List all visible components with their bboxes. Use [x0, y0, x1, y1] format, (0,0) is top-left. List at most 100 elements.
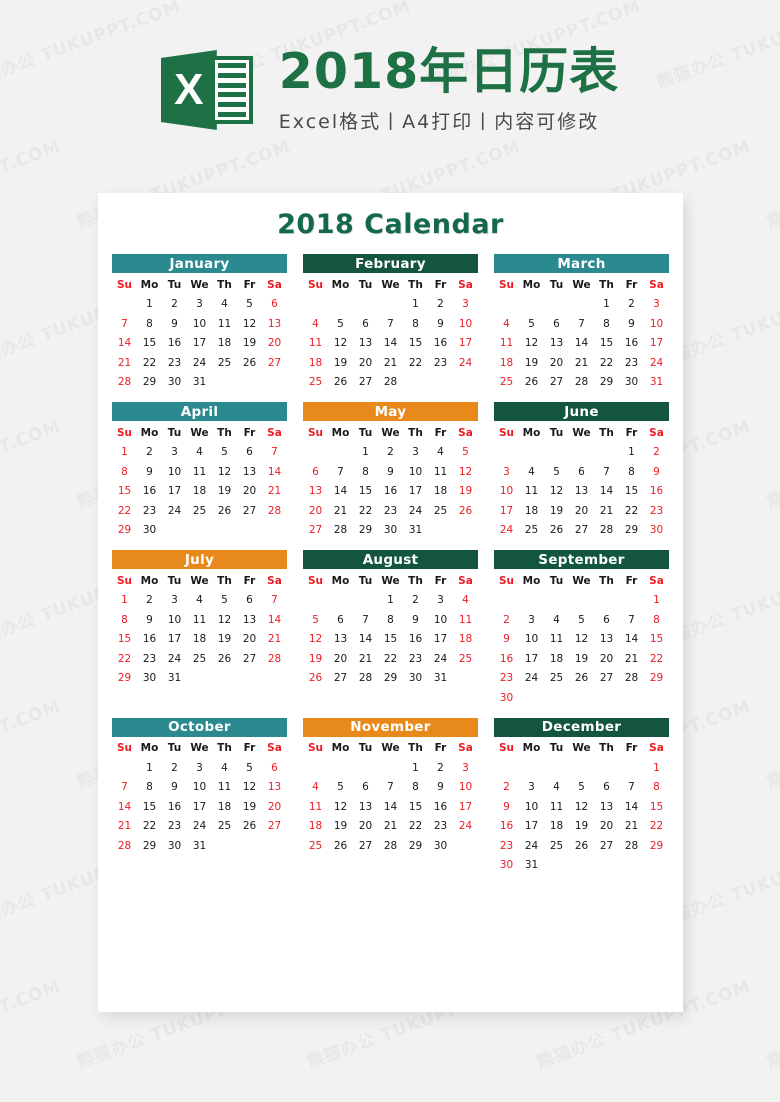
day-cell[interactable]: 12 [519, 334, 544, 354]
day-cell[interactable]: 9 [494, 797, 519, 817]
day-cell[interactable]: 18 [428, 482, 453, 502]
day-cell[interactable]: 15 [137, 797, 162, 817]
month-header-july[interactable]: July [112, 550, 287, 569]
day-cell[interactable]: 23 [403, 649, 428, 669]
day-cell[interactable]: 20 [262, 334, 287, 354]
day-cell[interactable]: 25 [519, 521, 544, 541]
day-cell[interactable]: 22 [112, 649, 137, 669]
day-cell[interactable]: 16 [162, 797, 187, 817]
day-cell[interactable]: 31 [162, 669, 187, 689]
day-cell[interactable]: 13 [237, 462, 262, 482]
day-cell[interactable]: 17 [494, 501, 519, 521]
day-cell[interactable]: 18 [212, 797, 237, 817]
day-cell[interactable]: 26 [519, 373, 544, 393]
day-cell[interactable]: 8 [644, 610, 669, 630]
day-cell[interactable]: 25 [494, 373, 519, 393]
day-cell[interactable]: 8 [137, 778, 162, 798]
day-cell[interactable]: 27 [303, 521, 328, 541]
day-cell[interactable]: 3 [403, 443, 428, 463]
day-cell[interactable]: 29 [644, 836, 669, 856]
day-cell[interactable]: 25 [544, 669, 569, 689]
day-cell[interactable]: 3 [187, 758, 212, 778]
day-cell[interactable]: 7 [594, 462, 619, 482]
day-cell[interactable]: 30 [644, 521, 669, 541]
day-cell[interactable]: 13 [569, 482, 594, 502]
month-header-april[interactable]: April [112, 402, 287, 421]
day-cell[interactable]: 10 [187, 778, 212, 798]
day-cell[interactable]: 14 [112, 334, 137, 354]
day-cell[interactable]: 2 [162, 758, 187, 778]
day-cell[interactable]: 4 [428, 443, 453, 463]
day-cell[interactable]: 17 [428, 630, 453, 650]
day-cell[interactable]: 20 [594, 649, 619, 669]
day-cell[interactable]: 26 [569, 836, 594, 856]
day-cell[interactable]: 14 [262, 462, 287, 482]
day-cell[interactable]: 30 [403, 669, 428, 689]
day-cell[interactable]: 5 [453, 443, 478, 463]
day-cell[interactable]: 20 [328, 649, 353, 669]
day-cell[interactable]: 17 [453, 334, 478, 354]
day-cell[interactable]: 9 [378, 462, 403, 482]
day-cell[interactable]: 20 [353, 353, 378, 373]
day-cell[interactable]: 21 [112, 817, 137, 837]
day-cell[interactable]: 22 [594, 353, 619, 373]
day-cell[interactable]: 2 [494, 778, 519, 798]
month-header-may[interactable]: May [303, 402, 478, 421]
day-cell[interactable]: 18 [187, 482, 212, 502]
day-cell[interactable]: 13 [594, 630, 619, 650]
day-cell[interactable]: 14 [594, 482, 619, 502]
day-cell[interactable]: 12 [237, 314, 262, 334]
day-cell[interactable]: 3 [162, 443, 187, 463]
day-cell[interactable]: 22 [137, 353, 162, 373]
day-cell[interactable]: 18 [303, 353, 328, 373]
day-cell[interactable]: 13 [237, 610, 262, 630]
day-cell[interactable]: 22 [137, 817, 162, 837]
day-cell[interactable]: 29 [594, 373, 619, 393]
day-cell[interactable]: 31 [519, 856, 544, 876]
day-cell[interactable]: 19 [212, 630, 237, 650]
day-cell[interactable]: 11 [544, 630, 569, 650]
day-cell[interactable]: 2 [428, 295, 453, 315]
day-cell[interactable]: 17 [187, 334, 212, 354]
day-cell[interactable]: 27 [544, 373, 569, 393]
day-cell[interactable]: 15 [112, 482, 137, 502]
day-cell[interactable]: 16 [428, 334, 453, 354]
day-cell[interactable]: 15 [644, 630, 669, 650]
day-cell[interactable]: 12 [303, 630, 328, 650]
day-cell[interactable]: 3 [519, 610, 544, 630]
day-cell[interactable]: 29 [644, 669, 669, 689]
month-header-november[interactable]: November [303, 717, 478, 737]
day-cell[interactable]: 11 [453, 610, 478, 630]
day-cell[interactable]: 3 [644, 295, 669, 315]
day-cell[interactable]: 10 [494, 482, 519, 502]
day-cell[interactable]: 28 [262, 649, 287, 669]
day-cell[interactable]: 27 [594, 669, 619, 689]
day-cell[interactable]: 11 [212, 778, 237, 798]
day-cell[interactable]: 18 [453, 630, 478, 650]
day-cell[interactable]: 7 [569, 314, 594, 334]
day-cell[interactable]: 14 [328, 482, 353, 502]
month-header-october[interactable]: October [112, 717, 287, 737]
day-cell[interactable]: 6 [262, 295, 287, 315]
day-cell[interactable]: 29 [112, 669, 137, 689]
day-cell[interactable]: 6 [544, 314, 569, 334]
day-cell[interactable]: 12 [569, 797, 594, 817]
day-cell[interactable]: 8 [644, 778, 669, 798]
day-cell[interactable]: 12 [453, 462, 478, 482]
day-cell[interactable]: 26 [212, 501, 237, 521]
day-cell[interactable]: 7 [353, 610, 378, 630]
day-cell[interactable]: 11 [303, 334, 328, 354]
day-cell[interactable]: 16 [162, 334, 187, 354]
day-cell[interactable]: 19 [519, 353, 544, 373]
day-cell[interactable]: 12 [212, 610, 237, 630]
day-cell[interactable]: 10 [519, 630, 544, 650]
day-cell[interactable]: 26 [303, 669, 328, 689]
day-cell[interactable]: 18 [519, 501, 544, 521]
day-cell[interactable]: 23 [494, 836, 519, 856]
day-cell[interactable]: 16 [644, 482, 669, 502]
day-cell[interactable]: 25 [187, 501, 212, 521]
day-cell[interactable]: 31 [644, 373, 669, 393]
day-cell[interactable]: 26 [237, 817, 262, 837]
day-cell[interactable]: 4 [212, 295, 237, 315]
day-cell[interactable]: 6 [303, 462, 328, 482]
